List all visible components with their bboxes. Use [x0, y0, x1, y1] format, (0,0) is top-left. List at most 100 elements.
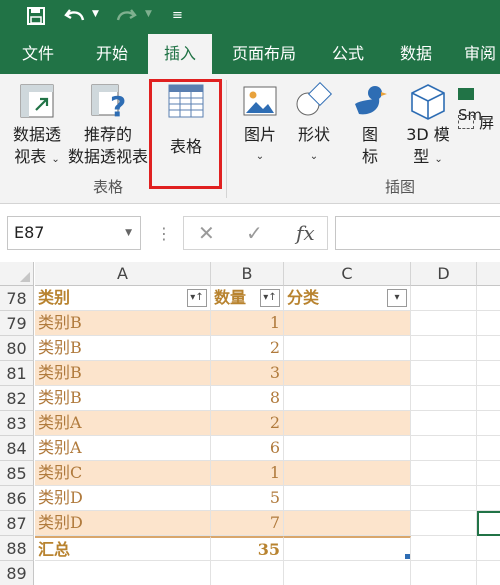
table-cell-class[interactable]	[284, 436, 411, 461]
tab-data[interactable]: 数据	[388, 34, 444, 74]
recommended-pivot-button[interactable]: ? 推荐的 数据透视表	[66, 82, 150, 168]
row-header[interactable]: 80	[0, 336, 34, 361]
table-cell[interactable]	[411, 536, 477, 561]
table-cell-class[interactable]	[284, 486, 411, 511]
table-cell[interactable]	[477, 461, 500, 486]
row-header[interactable]: 83	[0, 411, 34, 436]
tab-home[interactable]: 开始	[80, 34, 144, 74]
table-cell-category[interactable]: 类别A	[35, 411, 211, 436]
table-cell-class[interactable]	[284, 336, 411, 361]
row-header[interactable]: 82	[0, 386, 34, 411]
name-box[interactable]: E87 ▼	[7, 216, 141, 250]
row-header[interactable]: 85	[0, 461, 34, 486]
row-header[interactable]: 81	[0, 361, 34, 386]
table-cell-class[interactable]	[284, 386, 411, 411]
screenshot-button[interactable]: 屏	[458, 112, 500, 134]
table-cell-category[interactable]: 类别B	[35, 386, 211, 411]
table-cell[interactable]	[477, 486, 500, 511]
tab-file[interactable]: 文件	[8, 34, 68, 74]
table-cell-quantity[interactable]: 2	[211, 411, 284, 436]
table-cell[interactable]	[411, 386, 477, 411]
table-cell-class[interactable]	[284, 311, 411, 336]
table-cell[interactable]	[411, 436, 477, 461]
table-cell[interactable]	[411, 511, 477, 536]
table-cell[interactable]	[477, 536, 500, 561]
tab-insert[interactable]: 插入	[148, 34, 212, 74]
3d-models-button[interactable]: 3D 模 型 ⌄	[400, 82, 456, 171]
tab-page-layout[interactable]: 页面布局	[222, 34, 306, 74]
filter-sort-button[interactable]: ▾↑	[187, 289, 207, 307]
column-header-b[interactable]: B	[211, 262, 284, 286]
table-cell-category[interactable]: 类别D	[35, 511, 211, 536]
table-cell[interactable]	[411, 286, 477, 311]
table-cell-category[interactable]: 类别B	[35, 361, 211, 386]
table-cell[interactable]	[35, 561, 211, 585]
table-cell-category[interactable]: 类别B	[35, 336, 211, 361]
table-cell-quantity[interactable]: 6	[211, 436, 284, 461]
table-cell-quantity[interactable]: 3	[211, 361, 284, 386]
table-cell-quantity[interactable]: 5	[211, 486, 284, 511]
table-cell-class[interactable]	[284, 461, 411, 486]
table-cell-quantity[interactable]: 7	[211, 511, 284, 536]
table-resize-handle[interactable]	[405, 554, 410, 559]
row-header[interactable]: 87	[0, 511, 34, 536]
table-cell-category[interactable]: 类别D	[35, 486, 211, 511]
table-cell[interactable]	[411, 336, 477, 361]
undo-dropdown-caret[interactable]: ▼	[92, 9, 99, 19]
undo-icon[interactable]	[64, 6, 86, 26]
filter-dropdown-button[interactable]: ▾	[387, 289, 407, 307]
table-cell-quantity[interactable]: 2	[211, 336, 284, 361]
save-icon[interactable]	[26, 6, 46, 26]
table-cell-category[interactable]: 类别B	[35, 311, 211, 336]
table-cell-class[interactable]	[284, 411, 411, 436]
tab-formulas[interactable]: 公式	[320, 34, 376, 74]
row-header[interactable]: 86	[0, 486, 34, 511]
table-cell[interactable]	[477, 361, 500, 386]
table-header-category[interactable]: 类别	[35, 286, 211, 311]
table-cell-quantity[interactable]: 8	[211, 386, 284, 411]
enter-icon[interactable]: ✓	[246, 216, 263, 250]
table-cell-quantity[interactable]: 1	[211, 311, 284, 336]
shapes-button[interactable]: 形状 ⌄	[290, 82, 338, 168]
table-cell[interactable]	[411, 561, 477, 585]
customize-icon[interactable]: ≡	[172, 4, 183, 28]
column-header-a[interactable]: A	[35, 262, 211, 286]
table-cell[interactable]	[411, 486, 477, 511]
table-cell[interactable]	[411, 311, 477, 336]
table-cell[interactable]	[477, 336, 500, 361]
table-cell[interactable]	[477, 561, 500, 585]
column-header-c[interactable]: C	[284, 262, 411, 286]
table-cell[interactable]	[211, 561, 284, 585]
row-header[interactable]: 79	[0, 311, 34, 336]
pictures-button[interactable]: 图片 ⌄	[236, 82, 284, 168]
pivot-table-button[interactable]: 数据透 视表 ⌄	[8, 82, 66, 171]
active-cell[interactable]	[477, 511, 500, 536]
table-cell[interactable]	[477, 411, 500, 436]
table-cell-category[interactable]: 类别A	[35, 436, 211, 461]
table-cell[interactable]	[411, 411, 477, 436]
row-header[interactable]: 89	[0, 561, 34, 585]
table-cell-category[interactable]: 类别C	[35, 461, 211, 486]
formula-input[interactable]	[335, 216, 500, 250]
cancel-icon[interactable]: ✕	[198, 216, 215, 250]
chevron-down-icon[interactable]: ▼	[125, 217, 132, 249]
table-cell-quantity[interactable]: 1	[211, 461, 284, 486]
icons-button[interactable]: 图 标	[346, 82, 394, 168]
insert-function-button[interactable]: fx	[296, 216, 315, 250]
select-all-corner[interactable]	[0, 262, 34, 286]
table-cell[interactable]	[477, 286, 500, 311]
table-cell-class[interactable]	[284, 361, 411, 386]
column-header-e[interactable]	[477, 262, 500, 286]
table-cell[interactable]	[477, 386, 500, 411]
worksheet-grid[interactable]: A B C D 78 类别 数量 分类 ▾↑ ▾↑ ▾ 79 类别B 1 80 类别B 2 81 类别B 3 8…	[0, 262, 500, 585]
row-header[interactable]: 78	[0, 286, 34, 311]
total-class[interactable]	[284, 536, 411, 561]
tab-review[interactable]: 审阅	[452, 34, 500, 74]
filter-sort-button[interactable]: ▾↑	[260, 289, 280, 307]
column-header-d[interactable]: D	[411, 262, 477, 286]
table-cell[interactable]	[411, 361, 477, 386]
table-cell[interactable]	[477, 436, 500, 461]
table-cell-class[interactable]	[284, 511, 411, 536]
formula-bar-grip[interactable]: ⋮	[156, 224, 172, 243]
row-header[interactable]: 88	[0, 536, 34, 561]
